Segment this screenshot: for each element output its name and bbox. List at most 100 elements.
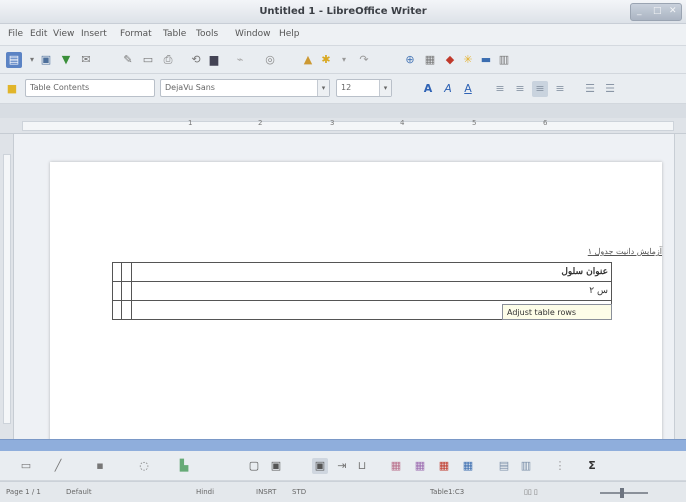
menu-edit[interactable]: Edit <box>30 29 47 39</box>
table-cell[interactable] <box>121 300 132 320</box>
preview-icon[interactable]: ⟲ <box>188 52 204 68</box>
table-cell[interactable] <box>111 300 123 320</box>
menu-view[interactable]: View <box>53 29 74 39</box>
spellcheck-icon[interactable]: ▆ <box>206 52 222 68</box>
new-icon[interactable]: ▤ <box>6 52 22 68</box>
font-name-box[interactable]: DejaVu Sans ▾ <box>160 79 330 97</box>
redo-icon[interactable]: ↷ <box>356 52 372 68</box>
vertical-scrollbar[interactable] <box>674 134 686 439</box>
justify-icon[interactable]: ≡ <box>552 81 568 97</box>
document-area[interactable]: آزمایش دانیت جدول ۱ عنوان سلول س ۲ Adjus… <box>14 134 674 452</box>
ungroup-icon[interactable]: ▦ <box>460 458 476 474</box>
horizontal-ruler[interactable]: 1 2 3 4 5 6 <box>0 118 686 134</box>
insert-mode[interactable]: INSRT <box>256 488 276 496</box>
ruler-strip <box>22 121 674 131</box>
table-cell[interactable]: عنوان سلول <box>130 262 613 282</box>
paragraph-style-box[interactable]: Table Contents <box>25 79 155 97</box>
table-cell[interactable] <box>121 262 132 282</box>
menu-insert[interactable]: Insert <box>81 29 107 39</box>
hyperlink-icon[interactable]: ⊕ <box>402 52 418 68</box>
find-icon[interactable]: ◎ <box>262 52 278 68</box>
rectangle-icon[interactable]: ▪ <box>92 458 108 474</box>
paragraph-style-value: Table Contents <box>30 83 90 92</box>
page-indicator[interactable]: Page 1 / 1 <box>6 488 41 496</box>
save-icon[interactable]: ▼ <box>58 52 74 68</box>
edit-icon[interactable]: ✎ <box>120 52 136 68</box>
table-cell[interactable]: س ۲ <box>130 281 613 301</box>
maximize-button[interactable]: □ <box>653 6 662 16</box>
shapes-icon[interactable]: ▢ <box>246 458 262 474</box>
italic-icon[interactable]: A <box>440 81 456 97</box>
underline-icon[interactable]: A <box>460 81 476 97</box>
email-icon[interactable]: ✉ <box>78 52 94 68</box>
line-icon[interactable]: ╱ <box>50 458 66 474</box>
group-icon[interactable]: ▦ <box>436 458 452 474</box>
ruler-number: 5 <box>472 119 477 127</box>
draw-icon[interactable]: ◆ <box>442 52 458 68</box>
polygon-icon[interactable]: ▙ <box>176 458 192 474</box>
text-icon[interactable]: Σ <box>584 458 600 474</box>
menu-help[interactable]: Help <box>279 29 300 39</box>
table-caption[interactable]: آزمایش دانیت جدول ۱ <box>532 247 662 256</box>
extrusion-icon[interactable]: ⊔ <box>354 458 370 474</box>
stars-icon[interactable]: ▣ <box>268 458 284 474</box>
align-icon[interactable]: ▦ <box>388 458 404 474</box>
undo-dropdown-icon[interactable]: ▾ <box>336 52 352 68</box>
menu-table[interactable]: Table <box>163 29 186 39</box>
gluepoints-icon[interactable]: ▥ <box>518 458 534 474</box>
datasource-icon[interactable]: ▥ <box>496 52 512 68</box>
select-icon[interactable]: ▭ <box>18 458 34 474</box>
page-style[interactable]: Default <box>66 488 92 496</box>
status-bar: Page 1 / 1 Default Hindi INSRT STD Table… <box>0 481 686 502</box>
table-cell[interactable] <box>111 262 123 282</box>
horizontal-scrollbar[interactable] <box>0 439 686 451</box>
menu-format[interactable]: Format <box>120 29 152 39</box>
selection-mode[interactable]: STD <box>292 488 306 496</box>
bold-icon[interactable]: A <box>420 81 436 97</box>
textbox-icon[interactable]: ▣ <box>312 458 328 474</box>
zoom-slider-handle[interactable] <box>620 488 624 498</box>
fontwork-icon[interactable]: ⇥ <box>334 458 350 474</box>
bullets-icon[interactable]: ☰ <box>602 81 618 97</box>
align-left-icon[interactable]: ≡ <box>492 81 508 97</box>
menu-window[interactable]: Window <box>235 29 271 39</box>
table-icon[interactable]: ▦ <box>422 52 438 68</box>
font-size-value: 12 <box>341 83 352 92</box>
table-row: س ۲ <box>111 281 613 301</box>
language-indicator[interactable]: Hindi <box>196 488 214 496</box>
table-cell[interactable] <box>121 281 132 301</box>
window-controls[interactable]: _ □ ✕ <box>630 3 682 21</box>
ruler-number: 2 <box>258 119 263 127</box>
align-center-icon[interactable]: ≡ <box>512 81 528 97</box>
minimize-button[interactable]: _ <box>637 6 642 16</box>
align-right-icon[interactable]: ≡ <box>532 81 548 97</box>
points-icon[interactable]: ▤ <box>496 458 512 474</box>
ruler-number: 3 <box>330 119 335 127</box>
autocheck-icon[interactable]: ⌁ <box>232 52 248 68</box>
clone-icon[interactable]: ✱ <box>318 52 334 68</box>
open-icon[interactable]: ▣ <box>38 52 54 68</box>
adjust-rows-tooltip: Adjust table rows <box>502 304 612 320</box>
navigator-icon[interactable]: ✳ <box>460 52 476 68</box>
close-button[interactable]: ✕ <box>669 6 677 16</box>
view-layout-icon[interactable]: ▯▯ ▯ <box>524 488 538 496</box>
styles-icon[interactable]: ■ <box>4 81 20 97</box>
numbering-icon[interactable]: ☰ <box>582 81 598 97</box>
font-size-dropdown-icon[interactable]: ▾ <box>379 80 391 96</box>
arrange-icon[interactable]: ▦ <box>412 458 428 474</box>
table-cell[interactable] <box>111 281 123 301</box>
font-dropdown-icon[interactable]: ▾ <box>317 80 329 96</box>
vertical-ruler[interactable] <box>0 134 14 439</box>
print-icon[interactable]: ⎙ <box>160 52 176 68</box>
menu-tools[interactable]: Tools <box>196 29 218 39</box>
document-page[interactable]: آزمایش دانیت جدول ۱ عنوان سلول س ۲ Adjus… <box>50 162 662 452</box>
menu-file[interactable]: File <box>8 29 23 39</box>
font-size-box[interactable]: 12 ▾ <box>336 79 392 97</box>
ellipse-icon[interactable]: ◌ <box>136 458 152 474</box>
vertical-ruler-strip <box>3 154 11 424</box>
pdf-icon[interactable]: ▭ <box>140 52 156 68</box>
zoom-slider[interactable] <box>600 492 648 494</box>
paste-icon[interactable]: ▲ <box>300 52 316 68</box>
toggle-extrusion-icon[interactable]: ⋮ <box>552 458 568 474</box>
gallery-icon[interactable]: ▬ <box>478 52 494 68</box>
